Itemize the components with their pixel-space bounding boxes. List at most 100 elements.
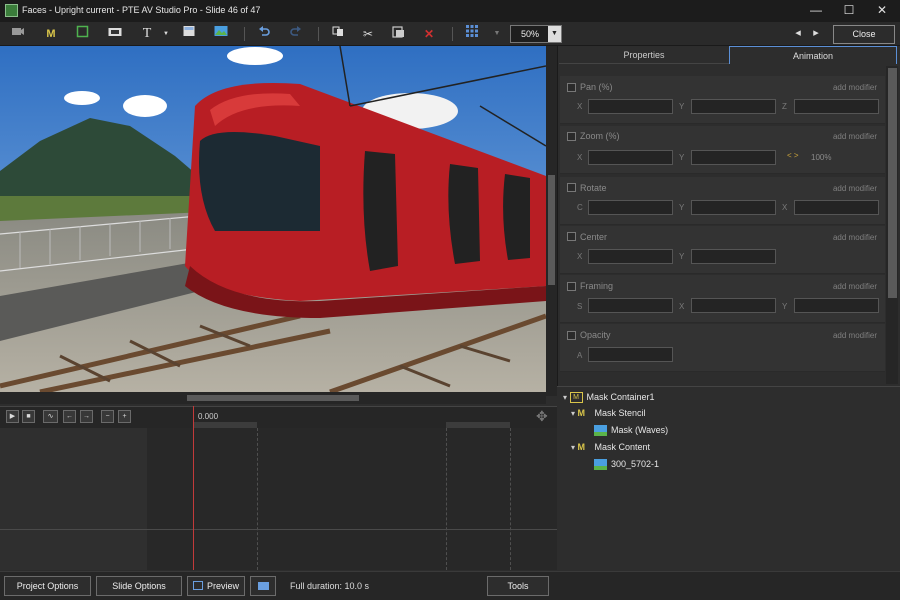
- mask-tool-icon[interactable]: M: [41, 25, 61, 43]
- zoom-label: Zoom (%): [580, 131, 620, 141]
- tools-button[interactable]: Tools: [487, 576, 549, 596]
- pan-y-input[interactable]: [691, 99, 776, 114]
- opacity-add-modifier-link[interactable]: add modifier: [797, 331, 877, 340]
- title-bar: Faces - Upright current - PTE AV Studio …: [0, 0, 900, 22]
- zoom-checkbox[interactable]: [567, 132, 576, 141]
- rotate-x-input[interactable]: [794, 200, 879, 215]
- zoom-value: 100%: [811, 153, 832, 162]
- framing-s-input[interactable]: [588, 298, 673, 313]
- preview-horizontal-scroll-thumb[interactable]: [187, 395, 359, 401]
- slide-options-button[interactable]: Slide Options: [96, 576, 182, 596]
- timeline-divider: [0, 529, 557, 530]
- opacity-checkbox[interactable]: [567, 331, 576, 340]
- text-dropdown-icon[interactable]: ▼: [156, 25, 176, 43]
- collapse-icon[interactable]: ▾: [563, 393, 567, 402]
- zoom-x-label: X: [577, 153, 583, 162]
- link-proportions-icon[interactable]: < >: [787, 151, 799, 160]
- copy-properties-icon[interactable]: [328, 25, 348, 43]
- text-tool-icon[interactable]: T: [137, 25, 157, 43]
- pan-y-label: Y: [679, 102, 685, 111]
- slide-preview-image[interactable]: [0, 46, 546, 392]
- tree-item-mask-container[interactable]: ▾ M Mask Container1: [563, 389, 655, 405]
- undo-icon[interactable]: [254, 25, 274, 43]
- toolbar-separator: [244, 27, 245, 41]
- rotate-add-modifier-link[interactable]: add modifier: [797, 184, 877, 193]
- pan-z-label: Z: [782, 102, 787, 111]
- framing-checkbox[interactable]: [567, 282, 576, 291]
- delete-icon[interactable]: ✕: [419, 25, 439, 43]
- pan-z-input[interactable]: [794, 99, 879, 114]
- previous-slide-icon[interactable]: ◂: [788, 24, 808, 42]
- app-icon: [5, 4, 18, 17]
- center-x-input[interactable]: [588, 249, 673, 264]
- zoom-y-input[interactable]: [691, 150, 776, 165]
- toolbar: [0, 22, 900, 46]
- tree-item-mask-stencil[interactable]: ▾ M Mask Stencil: [571, 405, 646, 421]
- rotate-y-label: Y: [679, 203, 685, 212]
- paste-icon[interactable]: [388, 25, 408, 43]
- preview-vertical-scroll-thumb[interactable]: [548, 175, 555, 285]
- tab-properties[interactable]: Properties: [559, 46, 729, 64]
- tab-animation[interactable]: Animation: [729, 46, 897, 64]
- arrow-right-icon[interactable]: →: [80, 410, 93, 423]
- framing-x-input[interactable]: [691, 298, 776, 313]
- pan-x-input[interactable]: [588, 99, 673, 114]
- minimize-button[interactable]: —: [800, 0, 832, 22]
- video-icon[interactable]: [8, 25, 28, 43]
- export-button[interactable]: [250, 576, 276, 596]
- collapse-icon[interactable]: ▾: [571, 409, 575, 418]
- timeline-marker: [446, 428, 447, 570]
- mask-stencil-icon: M: [577, 408, 586, 419]
- pan-checkbox[interactable]: [567, 83, 576, 92]
- toolbar-separator: [318, 27, 319, 41]
- waveform-icon[interactable]: ∿: [43, 410, 58, 423]
- tree-item-image[interactable]: 300_5702-1: [594, 456, 659, 472]
- preview-icon: [193, 581, 203, 590]
- stop-icon[interactable]: ■: [22, 410, 35, 423]
- mask-container-icon: M: [569, 392, 583, 404]
- timeline-playhead[interactable]: [193, 406, 194, 570]
- properties-scroll-thumb[interactable]: [888, 68, 897, 298]
- redo-icon[interactable]: [285, 25, 305, 43]
- zoom-add-modifier-link[interactable]: add modifier: [797, 132, 877, 141]
- close-button[interactable]: Close: [833, 25, 895, 44]
- arrow-left-icon[interactable]: ←: [63, 410, 76, 423]
- tree-item-mask-waves[interactable]: Mask (Waves): [594, 422, 668, 438]
- cut-icon[interactable]: ✂: [358, 25, 378, 43]
- grid-dropdown-icon[interactable]: ▼: [487, 25, 507, 43]
- preview-button[interactable]: Preview: [187, 576, 245, 596]
- counter-tool-icon[interactable]: [105, 25, 125, 43]
- next-slide-icon[interactable]: ▸: [806, 24, 826, 42]
- mask-content-icon: M: [577, 442, 586, 453]
- project-options-button[interactable]: Project Options: [4, 576, 91, 596]
- center-y-input[interactable]: [691, 249, 776, 264]
- tree-item-label: Mask Container1: [586, 392, 655, 402]
- pan-add-modifier-link[interactable]: add modifier: [797, 83, 877, 92]
- grid-icon[interactable]: [462, 25, 482, 43]
- toolbar-separator: [452, 27, 453, 41]
- zoom-out-icon[interactable]: −: [101, 410, 114, 423]
- image-tool-icon[interactable]: [211, 25, 231, 43]
- framing-add-modifier-link[interactable]: add modifier: [797, 282, 877, 291]
- center-add-modifier-link[interactable]: add modifier: [797, 233, 877, 242]
- zoom-in-icon[interactable]: +: [118, 410, 131, 423]
- timeline-keyframe-band: [193, 422, 257, 428]
- timeline-track-header: [0, 428, 147, 570]
- center-checkbox[interactable]: [567, 232, 576, 241]
- window-close-button[interactable]: ✕: [866, 0, 898, 22]
- play-icon[interactable]: ▶: [6, 410, 19, 423]
- rectangle-tool-icon[interactable]: [179, 25, 199, 43]
- framing-x-label: X: [679, 302, 685, 311]
- frame-tool-icon[interactable]: [72, 25, 92, 43]
- collapse-icon[interactable]: ▾: [571, 443, 575, 452]
- framing-y-input[interactable]: [794, 298, 879, 313]
- rotate-c-input[interactable]: [588, 200, 673, 215]
- move-icon[interactable]: ✥: [536, 408, 548, 425]
- maximize-button[interactable]: ☐: [833, 0, 865, 22]
- opacity-a-input[interactable]: [588, 347, 673, 362]
- rotate-checkbox[interactable]: [567, 183, 576, 192]
- zoom-dropdown-arrow-icon[interactable]: ▼: [548, 26, 561, 42]
- tree-item-mask-content[interactable]: ▾ M Mask Content: [571, 439, 650, 455]
- zoom-x-input[interactable]: [588, 150, 673, 165]
- rotate-y-input[interactable]: [691, 200, 776, 215]
